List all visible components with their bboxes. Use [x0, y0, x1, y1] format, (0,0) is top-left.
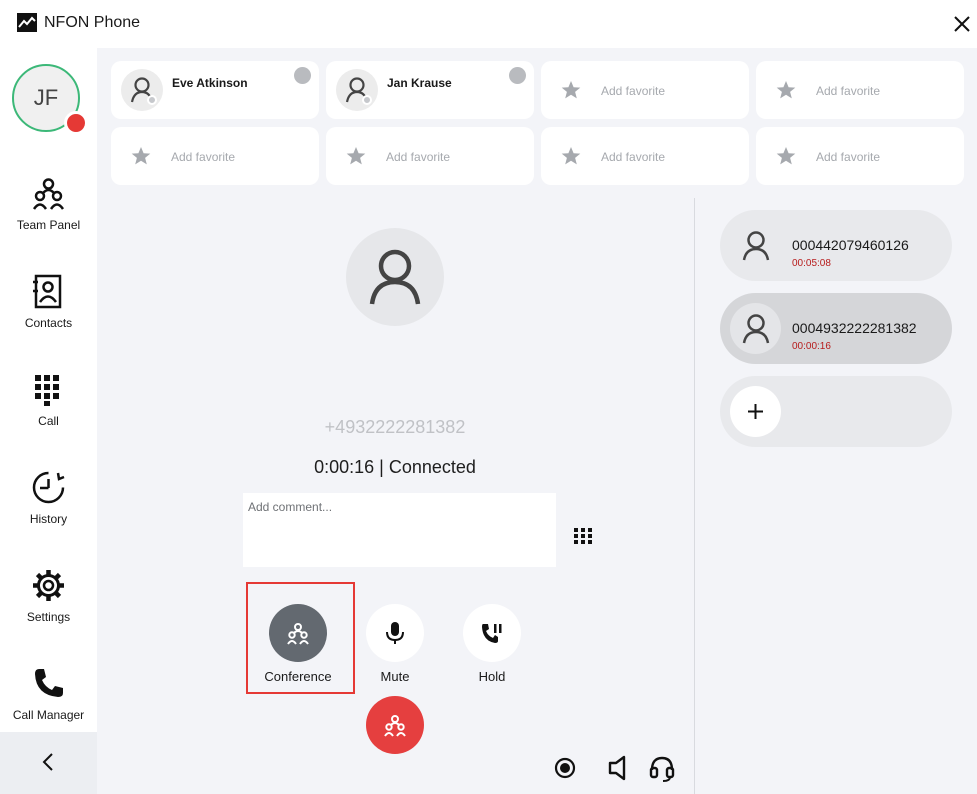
star-icon	[561, 147, 581, 165]
call-list-item[interactable]: 000442079460126 00:05:08	[720, 210, 952, 281]
dialpad-icon	[35, 375, 59, 406]
add-favorite-label: Add favorite	[386, 150, 451, 164]
close-icon[interactable]	[952, 14, 972, 34]
add-favorite-label: Add favorite	[171, 150, 236, 164]
user-icon	[369, 249, 421, 305]
add-call-button[interactable]	[720, 376, 952, 447]
call-number: 000442079460126	[792, 237, 909, 253]
history-icon	[32, 471, 65, 504]
headset-icon[interactable]	[648, 754, 676, 782]
user-icon	[742, 231, 770, 261]
sidebar-item-call[interactable]: Call	[0, 372, 97, 452]
sidebar-item-label: Call Manager	[12, 708, 85, 722]
add-favorite-slot[interactable]: Add favorite	[541, 61, 749, 119]
contacts-icon	[33, 274, 62, 309]
hold-label: Hold	[478, 669, 506, 684]
sidebar-item-settings[interactable]: Settings	[0, 568, 97, 648]
panel-divider	[694, 198, 695, 794]
add-favorite-slot[interactable]: Add favorite	[111, 127, 319, 185]
nfon-logo-icon	[17, 13, 37, 32]
add-favorite-label: Add favorite	[816, 84, 881, 98]
contact-avatar	[121, 69, 163, 111]
sidebar-item-team-panel[interactable]: Team Panel	[0, 176, 97, 256]
call-duration: 00:05:08	[792, 258, 831, 269]
conference-icon	[384, 715, 406, 737]
star-icon	[131, 147, 151, 165]
add-favorite-slot[interactable]: Add favorite	[756, 61, 964, 119]
title-bar: NFON Phone	[0, 0, 977, 48]
team-panel-icon	[32, 178, 65, 210]
star-icon	[776, 147, 796, 165]
sidebar-item-label: Settings	[26, 610, 71, 624]
caller-avatar	[346, 228, 444, 326]
mute-circle	[366, 604, 424, 662]
favorite-contact[interactable]: Eve Atkinson	[111, 61, 319, 119]
contact-avatar	[336, 69, 378, 111]
add-favorite-label: Add favorite	[816, 150, 881, 164]
sidebar-item-label: Team Panel	[16, 218, 81, 232]
collapse-sidebar-button[interactable]	[0, 732, 97, 794]
sidebar-item-history[interactable]: History	[0, 470, 97, 550]
record-icon[interactable]	[551, 754, 579, 782]
sidebar-item-label: History	[29, 512, 68, 526]
add-favorite-label: Add favorite	[601, 84, 666, 98]
add-favorite-slot[interactable]: Add favorite	[541, 127, 749, 185]
mute-button[interactable]: Mute	[350, 604, 440, 699]
hold-icon	[482, 624, 502, 643]
user-status-badge[interactable]	[64, 111, 88, 135]
call-avatar	[730, 220, 781, 271]
sidebar-item-label: Contacts	[24, 316, 73, 330]
call-number: 0004932222281382	[792, 320, 917, 336]
star-icon	[776, 81, 796, 99]
call-list-item[interactable]: 0004932222281382 00:00:16	[720, 293, 952, 364]
presence-indicator	[147, 95, 157, 105]
call-status: 0:00:16 | Connected	[314, 457, 476, 477]
favorite-name: Jan Krause	[387, 76, 452, 90]
app-title: NFON Phone	[44, 14, 141, 31]
sidebar-item-contacts[interactable]: Contacts	[0, 274, 97, 354]
comment-input[interactable]	[243, 493, 556, 567]
end-conference-button[interactable]	[366, 696, 424, 754]
status-indicator	[509, 67, 526, 84]
keypad-icon[interactable]	[573, 527, 593, 545]
favorite-contact[interactable]: Jan Krause	[326, 61, 534, 119]
plus-icon	[748, 404, 763, 419]
star-icon	[346, 147, 366, 165]
user-icon	[742, 314, 770, 344]
sidebar-item-label: Call	[38, 414, 59, 428]
caller-number: +4932222281382	[324, 417, 466, 437]
star-icon	[561, 81, 581, 99]
add-favorite-slot[interactable]: Add favorite	[326, 127, 534, 185]
microphone-icon	[386, 622, 404, 644]
add-call-circle	[730, 386, 781, 437]
hold-button[interactable]: Hold	[447, 604, 537, 699]
sidebar: JF Team Panel Contacts Call History Sett…	[0, 48, 97, 794]
add-favorite-label: Add favorite	[601, 150, 666, 164]
call-duration: 00:00:16	[792, 341, 831, 352]
call-avatar	[730, 303, 781, 354]
status-indicator	[294, 67, 311, 84]
presence-indicator	[362, 95, 372, 105]
phone-icon	[35, 669, 63, 697]
chevron-left-icon	[42, 753, 53, 771]
hold-circle	[463, 604, 521, 662]
gear-icon	[33, 570, 64, 601]
user-initials: JF	[33, 85, 59, 110]
add-favorite-slot[interactable]: Add favorite	[756, 127, 964, 185]
favorite-name: Eve Atkinson	[172, 76, 248, 90]
speaker-icon[interactable]	[604, 754, 632, 782]
mute-label: Mute	[380, 669, 410, 684]
conference-highlight	[246, 582, 355, 694]
